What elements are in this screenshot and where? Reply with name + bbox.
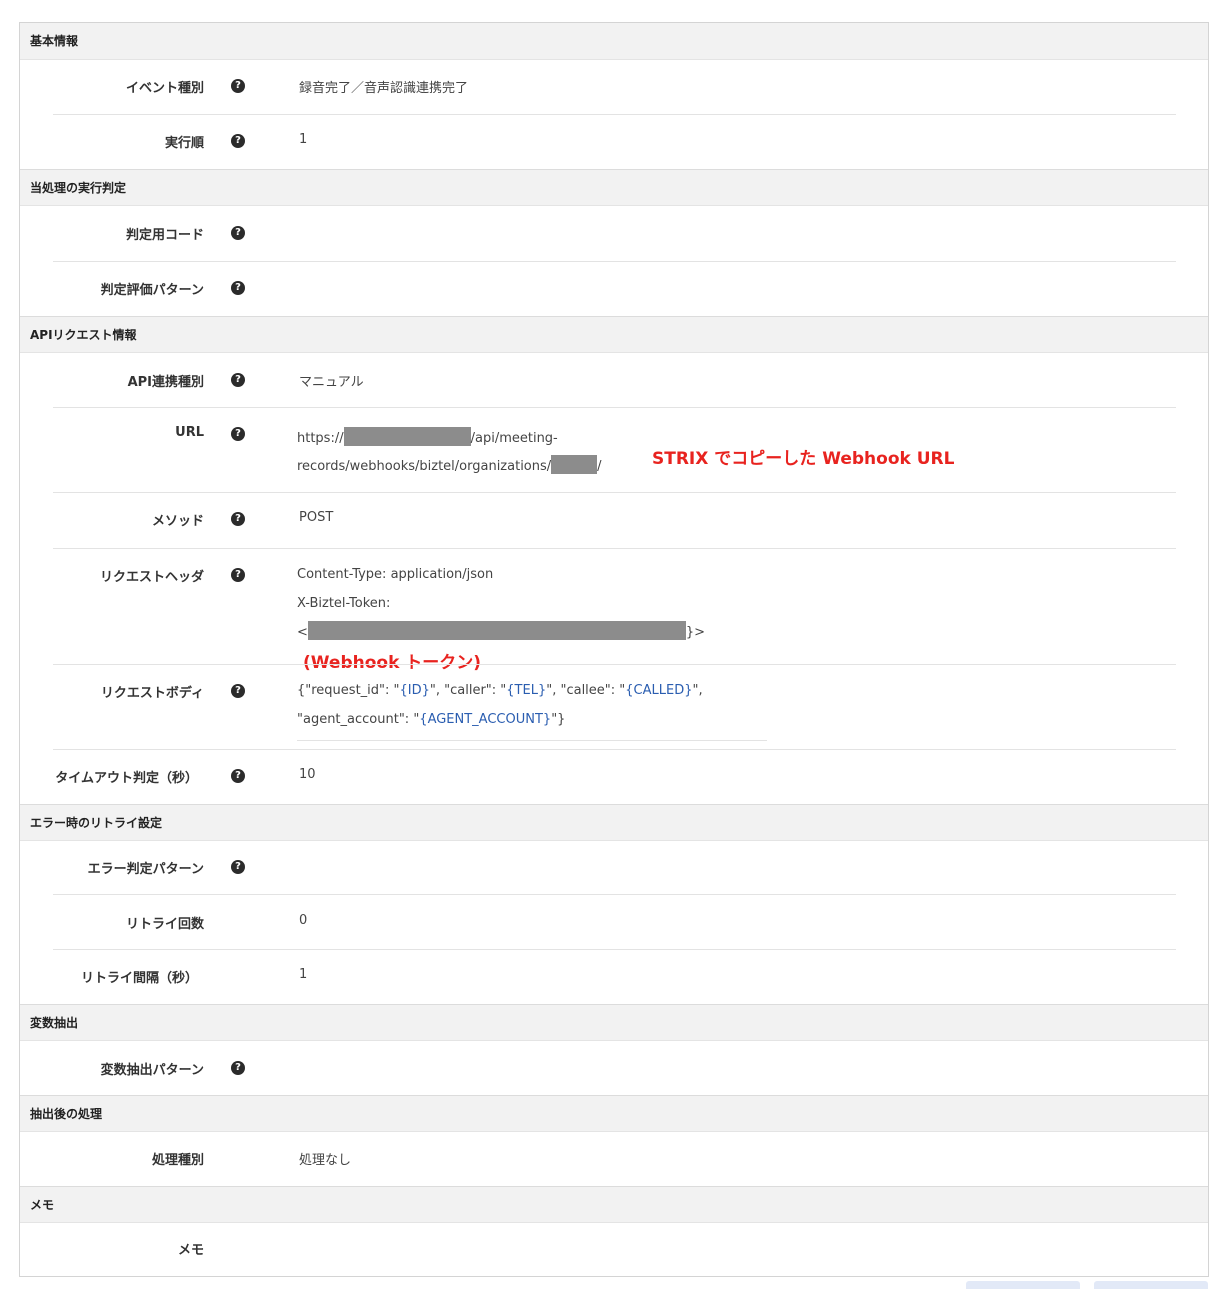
- divider: [53, 492, 1176, 493]
- label-event-type: イベント種別: [125, 81, 204, 96]
- value-api-type: マニュアル: [299, 375, 364, 390]
- label-process-type: 処理種別: [151, 1153, 204, 1168]
- help-icon[interactable]: ?: [231, 1061, 245, 1075]
- label-judge-code: 判定用コード: [125, 228, 204, 243]
- help-icon[interactable]: ?: [231, 512, 245, 526]
- label-method: メソッド: [151, 514, 204, 529]
- help-icon[interactable]: ?: [231, 684, 245, 698]
- value-url: https:///api/meeting- records/webhooks/b…: [297, 425, 602, 481]
- footer-button-1[interactable]: [966, 1281, 1080, 1289]
- divider: [53, 749, 1176, 750]
- divider: [53, 114, 1176, 115]
- section-header-after: 抽出後の処理: [20, 1095, 1208, 1132]
- section-header-extract: 変数抽出: [20, 1004, 1208, 1041]
- redacted-host: [343, 427, 471, 446]
- value-retry-count: 0: [299, 913, 308, 928]
- section-header-judge: 当処理の実行判定: [20, 169, 1208, 206]
- divider: [53, 407, 1176, 408]
- divider: [53, 548, 1176, 549]
- label-request-body: リクエストボディ: [100, 686, 204, 701]
- divider: [53, 894, 1176, 895]
- value-timeout: 10: [299, 767, 316, 782]
- footer-button-2[interactable]: [1094, 1281, 1208, 1289]
- value-method: POST: [299, 510, 334, 525]
- divider: [53, 949, 1176, 950]
- divider: [53, 664, 1176, 665]
- value-exec-order: 1: [299, 132, 308, 147]
- help-icon[interactable]: ?: [231, 373, 245, 387]
- label-judge-pattern: 判定評価パターン: [100, 283, 204, 298]
- help-icon[interactable]: ?: [231, 281, 245, 295]
- value-retry-interval: 1: [299, 967, 308, 982]
- label-retry-count: リトライ回数: [125, 917, 204, 932]
- annotation-webhook-url: STRIX でコピーした Webhook URL: [652, 449, 955, 469]
- section-header-retry: エラー時のリトライ設定: [20, 804, 1208, 841]
- section-header-api: APIリクエスト情報: [20, 316, 1208, 353]
- label-exec-order: 実行順: [164, 136, 204, 151]
- value-process-type: 処理なし: [299, 1153, 352, 1168]
- section-header-basic: 基本情報: [20, 23, 1208, 60]
- value-event-type: 録音完了／音声認識連携完了: [299, 81, 469, 96]
- redacted-org-id: [551, 455, 598, 474]
- redacted-token: [307, 621, 686, 640]
- label-error-pattern: エラー判定パターン: [87, 862, 204, 877]
- settings-panel: 基本情報 イベント種別 ? 録音完了／音声認識連携完了 実行順 ? 1 当処理の…: [19, 22, 1209, 1277]
- label-request-headers: リクエストヘッダ: [99, 570, 204, 585]
- label-api-type: API連携種別: [127, 375, 204, 390]
- label-memo: メモ: [177, 1243, 204, 1258]
- help-icon[interactable]: ?: [231, 568, 245, 582]
- help-icon[interactable]: ?: [231, 769, 245, 783]
- label-url: URL: [175, 425, 204, 440]
- section-header-memo: メモ: [20, 1186, 1208, 1223]
- label-extract-pattern: 変数抽出パターン: [100, 1063, 204, 1078]
- help-icon[interactable]: ?: [231, 79, 245, 93]
- label-timeout: タイムアウト判定（秒）: [55, 771, 198, 786]
- annotation-webhook-token: (Webhook トークン): [303, 653, 482, 673]
- divider: [53, 261, 1176, 262]
- value-request-body: {"request_id": "{ID}", "caller": "{TEL}"…: [297, 676, 767, 741]
- help-icon[interactable]: ?: [231, 860, 245, 874]
- help-icon[interactable]: ?: [231, 427, 245, 441]
- value-request-headers: Content-Type: application/json X-Biztel-…: [297, 567, 706, 640]
- help-icon[interactable]: ?: [231, 226, 245, 240]
- help-icon[interactable]: ?: [231, 134, 245, 148]
- label-retry-interval: リトライ間隔（秒）: [80, 971, 198, 986]
